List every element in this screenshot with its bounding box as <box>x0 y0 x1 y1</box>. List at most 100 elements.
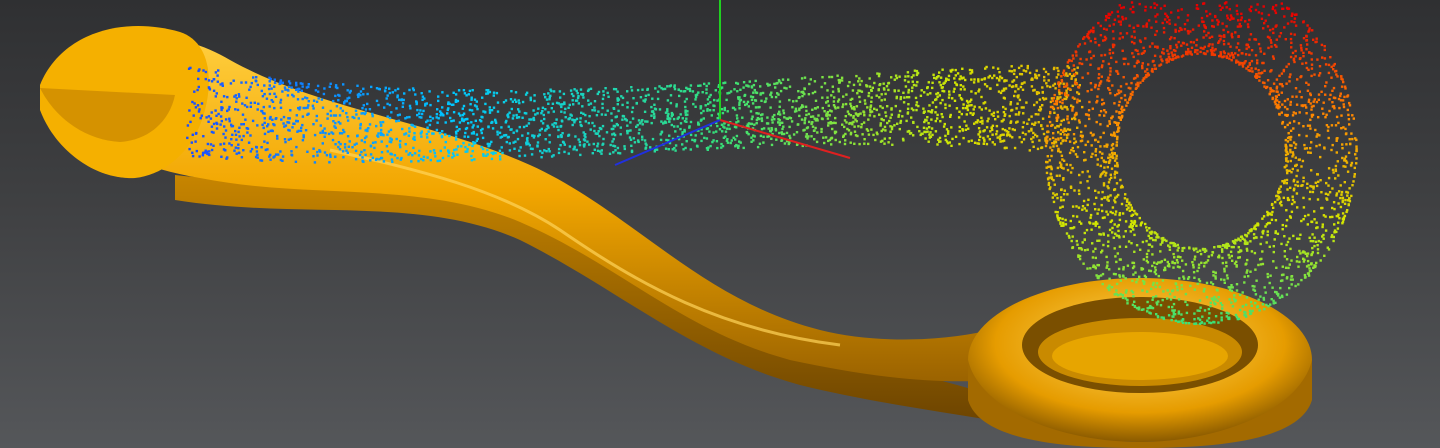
cloud-point <box>1310 169 1313 172</box>
cloud-point <box>980 95 983 99</box>
cloud-point <box>466 147 469 151</box>
cloud-point <box>704 104 707 107</box>
cloud-point <box>811 108 814 111</box>
cloud-point <box>1222 39 1226 43</box>
cloud-point <box>279 158 283 162</box>
cloud-point <box>743 94 746 97</box>
cloud-point <box>242 149 245 152</box>
cloud-point <box>1163 268 1166 272</box>
cloud-point <box>450 119 453 123</box>
cloud-point <box>1078 99 1081 103</box>
cloud-point <box>1322 237 1325 240</box>
cloud-point <box>245 96 248 99</box>
cloud-point <box>1203 45 1206 49</box>
cloud-point <box>637 119 641 122</box>
cloud-point <box>1313 73 1316 76</box>
cloud-point <box>1084 113 1088 116</box>
cloud-point <box>954 135 958 138</box>
cloud-point <box>207 79 211 82</box>
cloud-point <box>1256 3 1259 6</box>
cloud-point <box>676 117 679 120</box>
cloud-point <box>1268 36 1271 39</box>
cloud-point <box>1069 185 1073 188</box>
cloud-point <box>601 97 605 101</box>
cloud-point <box>1237 246 1240 249</box>
3d-viewport[interactable] <box>0 0 1440 448</box>
cloud-point <box>1021 131 1025 134</box>
cloud-point <box>1330 124 1334 127</box>
cloud-point <box>1113 18 1117 21</box>
cloud-point <box>1052 132 1055 135</box>
cloud-point <box>527 142 530 145</box>
cloud-point <box>887 141 890 144</box>
cloud-point <box>557 147 561 151</box>
cloud-point <box>759 93 762 96</box>
cloud-point <box>1041 91 1044 94</box>
cloud-point <box>453 148 456 152</box>
cloud-point <box>785 117 788 120</box>
cloud-point <box>853 130 857 133</box>
cloud-point <box>810 135 813 138</box>
cloud-point <box>1151 306 1155 310</box>
cloud-point <box>1208 36 1211 39</box>
cloud-point <box>934 130 938 133</box>
cloud-point <box>1055 102 1058 106</box>
cloud-point <box>561 132 564 135</box>
cloud-point <box>1272 260 1275 263</box>
cloud-point <box>667 148 670 151</box>
cloud-point <box>1310 52 1313 55</box>
cloud-point <box>860 126 863 129</box>
cloud-point <box>884 92 887 96</box>
cloud-point <box>256 83 259 87</box>
cloud-point <box>997 90 1001 93</box>
cloud-point <box>1079 181 1082 184</box>
cloud-point <box>429 103 432 107</box>
cloud-point <box>814 126 817 130</box>
cloud-point <box>395 120 398 123</box>
cloud-point <box>1103 166 1106 169</box>
cloud-point <box>1091 152 1094 156</box>
cloud-point <box>830 75 834 79</box>
cloud-point <box>1072 226 1076 229</box>
cloud-point <box>1224 245 1227 248</box>
scene-canvas[interactable] <box>0 0 1440 448</box>
cloud-point <box>1165 239 1168 243</box>
cloud-point <box>1276 190 1280 193</box>
cloud-point <box>194 132 198 135</box>
cloud-point <box>650 114 653 117</box>
cloud-point <box>1214 303 1217 306</box>
cloud-point <box>702 109 705 113</box>
cloud-point <box>863 99 867 102</box>
cloud-point <box>643 110 647 113</box>
cloud-point <box>1310 253 1313 257</box>
cloud-point <box>1067 59 1071 62</box>
cloud-point <box>1231 259 1234 262</box>
cloud-point <box>705 91 708 95</box>
cloud-point <box>983 83 987 86</box>
cloud-point <box>699 107 702 110</box>
cloud-point <box>678 94 681 98</box>
cloud-point <box>1296 184 1300 188</box>
cloud-point <box>668 120 671 123</box>
cloud-point <box>193 102 196 105</box>
cloud-point <box>1303 214 1307 218</box>
cloud-point <box>1294 112 1297 115</box>
cloud-point <box>757 112 760 115</box>
cloud-point <box>1125 32 1129 35</box>
cloud-point <box>1154 266 1157 269</box>
cloud-point <box>1163 258 1167 261</box>
cloud-point <box>1033 123 1036 126</box>
cloud-point <box>263 84 266 87</box>
cloud-point <box>1099 80 1103 83</box>
cloud-point <box>1141 64 1144 68</box>
cloud-point <box>1105 171 1108 175</box>
cloud-point <box>467 135 470 138</box>
cloud-point <box>948 104 951 107</box>
cloud-point <box>329 109 332 113</box>
cloud-point <box>454 138 458 141</box>
cloud-point <box>1047 73 1050 76</box>
cloud-point <box>299 129 303 132</box>
cloud-point <box>1275 87 1278 90</box>
cloud-point <box>1283 15 1286 18</box>
cloud-point <box>387 130 391 133</box>
